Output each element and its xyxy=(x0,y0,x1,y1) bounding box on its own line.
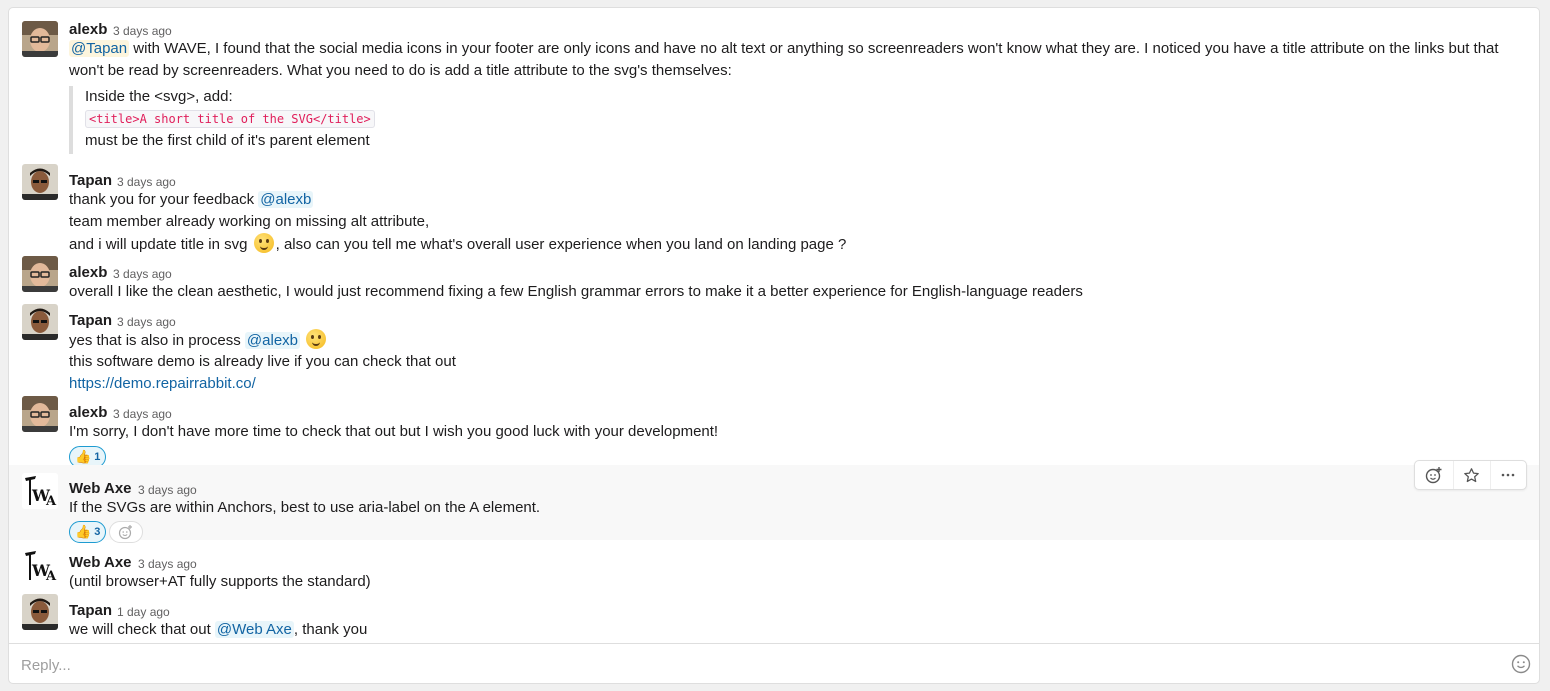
message-text: won't be read by screenreaders. What you… xyxy=(69,62,732,79)
message-text: we will check that out @Web Axe, thank y… xyxy=(69,621,368,638)
author-name[interactable]: Web Axe xyxy=(69,554,132,572)
slightly-smiling-face-icon xyxy=(253,233,274,253)
add-reaction-icon xyxy=(1425,467,1441,484)
avatar-tapan[interactable] xyxy=(22,304,58,340)
blockquote: Inside the <svg>, add: <title>A short ti… xyxy=(69,86,375,154)
more-actions[interactable] xyxy=(1489,461,1526,489)
add-reaction-action[interactable] xyxy=(1416,461,1452,489)
thumbs-up-icon: 👍 xyxy=(75,524,92,539)
message-text: @Tapan with WAVE, I found that the socia… xyxy=(69,40,1499,57)
mention-tapan[interactable]: @Tapan xyxy=(69,40,130,57)
slightly-smiling-face-icon xyxy=(306,329,327,349)
avatar-alexb[interactable] xyxy=(22,21,58,57)
message-item: alexb 3 days ago I'm sorry, I don't have… xyxy=(9,388,1539,468)
author-name[interactable]: Tapan xyxy=(69,312,112,330)
avatar-tapan[interactable] xyxy=(22,164,58,200)
thumbs-up-icon: 👍 xyxy=(75,449,92,464)
message-text: yes that is also in process @alexb xyxy=(69,329,328,352)
author-name[interactable]: Tapan xyxy=(69,602,112,620)
svg-text:A: A xyxy=(45,569,57,584)
author-name[interactable]: Tapan xyxy=(69,172,112,190)
mention-web-axe[interactable]: @Web Axe xyxy=(214,621,294,638)
mention-alexb[interactable]: @alexb xyxy=(258,191,314,208)
mention-alexb[interactable]: @alexb xyxy=(244,332,301,349)
message-item: alexb 3 days ago @Tapan with WAVE, I fou… xyxy=(9,8,1539,158)
message-actions-toolbar xyxy=(1414,460,1527,490)
quote-line: must be the first child of it's parent e… xyxy=(85,132,370,149)
emoji-icon xyxy=(1511,654,1531,674)
emoji-button[interactable] xyxy=(1511,654,1531,674)
avatar-alexb[interactable] xyxy=(22,396,58,432)
avatar-web-axe[interactable]: WA xyxy=(22,548,58,584)
add-reaction-icon xyxy=(118,525,132,540)
message-text: thank you for your feedback @alexb xyxy=(69,191,314,208)
star-icon xyxy=(1463,467,1479,482)
author-name[interactable]: alexb xyxy=(69,404,107,422)
message-item: alexb 3 days ago overall I like the clea… xyxy=(9,252,1539,300)
star-action[interactable] xyxy=(1452,461,1489,489)
reply-composer xyxy=(9,643,1539,683)
message-item: WA Web Axe 3 days ago (until browser+AT … xyxy=(9,540,1539,590)
message-item: Tapan 3 days ago thank you for your feed… xyxy=(9,158,1539,253)
message-text: If the SVGs are within Anchors, best to … xyxy=(69,499,541,516)
message-item: Tapan 3 days ago yes that is also in pro… xyxy=(9,300,1539,392)
quote-code-line: <title>A short title of the SVG</title> xyxy=(85,108,375,130)
author-name[interactable]: alexb xyxy=(69,21,107,39)
message-text: I'm sorry, I don't have more time to che… xyxy=(69,423,719,440)
inline-code: <title>A short title of the SVG</title> xyxy=(85,110,375,128)
avatar-alexb[interactable] xyxy=(22,256,58,292)
author-name[interactable]: alexb xyxy=(69,264,107,282)
thread-panel: alexb 3 days ago @Tapan with WAVE, I fou… xyxy=(8,7,1540,684)
quote-line: Inside the <svg>, add: xyxy=(85,88,233,105)
author-name[interactable]: Web Axe xyxy=(69,480,132,498)
message-text: team member already working on missing a… xyxy=(69,213,430,230)
avatar-web-axe[interactable]: WA xyxy=(22,473,58,509)
avatar-tapan[interactable] xyxy=(22,594,58,630)
message-text: this software demo is already live if yo… xyxy=(69,353,456,370)
message-item: WA Web Axe 3 days ago If the SVGs are wi… xyxy=(9,465,1539,543)
svg-text:A: A xyxy=(45,494,57,509)
more-actions-icon xyxy=(1501,473,1515,477)
message-item: Tapan 1 day ago we will check that out @… xyxy=(9,590,1539,642)
reply-input[interactable] xyxy=(21,655,1491,675)
